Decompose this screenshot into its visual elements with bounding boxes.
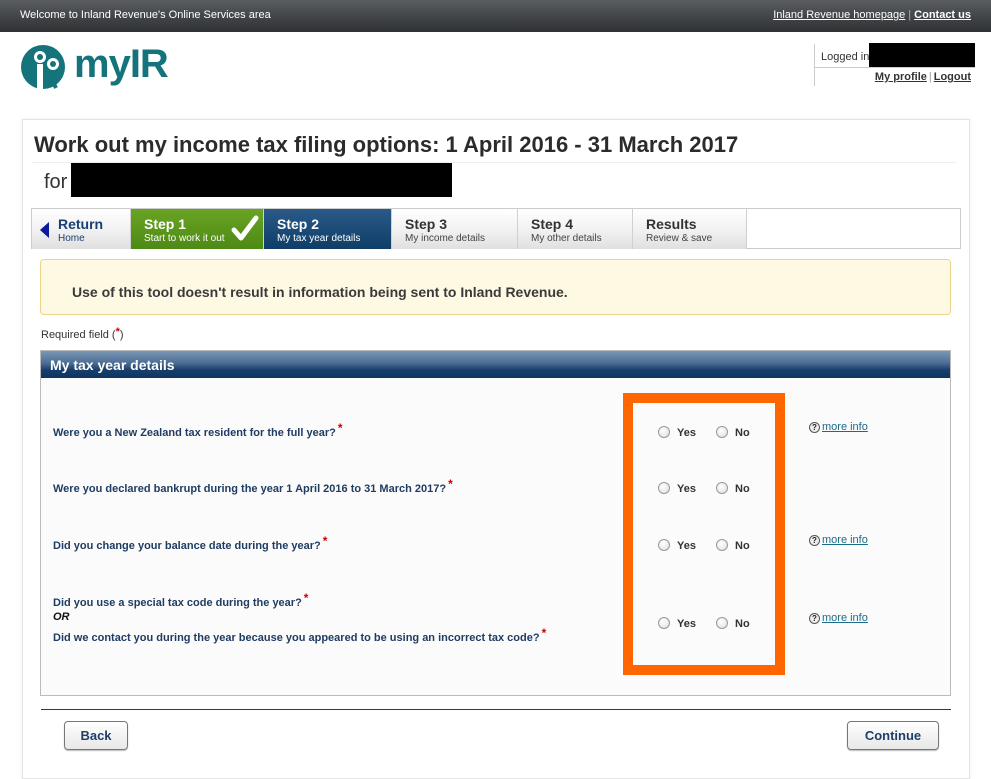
required-star: * [115,326,120,338]
logout-link[interactable]: Logout [934,71,971,83]
step-title: Step 3 [405,216,448,232]
step-4[interactable]: Step 4 My other details [518,209,633,249]
step-1[interactable]: Step 1 Start to work it out [131,209,264,249]
step-title: Results [646,216,697,232]
highlight-annotation-box [623,393,785,675]
step-subtitle: My income details [405,233,486,244]
more-info-q1[interactable]: ? more info [809,421,868,433]
notice-text: Use of this tool doesn't result in infor… [72,284,568,300]
top-bar: Welcome to Inland Revenue's Online Servi… [0,0,991,32]
step-subtitle: My other details [531,233,602,244]
redacted-username [869,43,975,67]
info-notice: Use of this tool doesn't result in infor… [40,259,951,315]
or-label: OR [53,611,70,623]
step-subtitle: Review & save [646,233,713,244]
help-icon: ? [809,612,820,624]
bottom-divider [41,709,951,710]
step-title: Step 4 [531,216,574,232]
required-star: * [337,421,343,435]
more-info-q3[interactable]: ? more info [809,534,868,546]
question-text: Did you use a special tax code during th… [53,597,302,609]
help-icon: ? [809,534,820,546]
step-title: Step 2 [277,216,320,232]
question-text: Were you a New Zealand tax resident for … [53,427,336,439]
myir-logo[interactable]: myIR [20,42,180,92]
for-label: for [44,171,68,193]
step-3[interactable]: Step 3 My income details [392,209,518,249]
more-info-q4[interactable]: ? more info [809,612,868,624]
question-bankrupt: Were you declared bankrupt during the ye… [53,477,453,495]
required-field-legend: Required field (*) [41,326,124,341]
more-info-link[interactable]: more info [822,612,868,624]
required-close: ) [119,329,124,341]
step-subtitle: Start to work it out [144,233,225,244]
separator: | [928,71,932,83]
panel-title: My tax year details [50,357,175,373]
question-balance-date: Did you change your balance date during … [53,534,327,552]
question-special-tax-code: Did you use a special tax code during th… [53,591,308,609]
user-links: My profile | Logout [875,71,971,83]
required-star: * [322,534,328,548]
ird-logo-icon [21,45,65,90]
step-2[interactable]: Step 2 My tax year details [264,209,392,249]
back-arrow-icon [40,222,49,238]
step-title: Step 1 [144,216,187,232]
required-star: * [541,626,547,640]
divider [815,67,975,68]
step-subtitle: My tax year details [277,233,361,244]
my-profile-link[interactable]: My profile [875,71,927,83]
required-label: Required field ( [41,329,116,341]
question-incorrect-tax-code: Did we contact you during the year becau… [53,626,546,644]
step-results[interactable]: Results Review & save [633,209,747,249]
welcome-text: Welcome to Inland Revenue's Online Servi… [20,9,271,21]
back-button[interactable]: Back [64,721,128,750]
top-links: Inland Revenue homepage | Contact us [773,9,971,21]
question-nz-resident: Were you a New Zealand tax resident for … [53,421,343,439]
more-info-link[interactable]: more info [822,421,868,433]
redacted-name [71,163,452,197]
more-info-link[interactable]: more info [822,534,868,546]
step-subtitle: Home [58,233,85,244]
logo-wordmark: myIR [74,42,169,86]
contact-us-link[interactable]: Contact us [914,9,971,21]
separator: | [908,9,912,21]
continue-button[interactable]: Continue [847,721,939,750]
question-text: Did we contact you during the year becau… [53,632,540,644]
step-navigation: Return Home Step 1 Start to work it out … [31,208,961,249]
help-icon: ? [809,421,820,433]
required-star: * [303,591,309,605]
question-text: Were you declared bankrupt during the ye… [53,483,447,495]
inland-revenue-homepage-link[interactable]: Inland Revenue homepage [773,9,905,21]
tax-year-details-panel: My tax year details [40,350,951,696]
checkmark-icon [231,215,259,241]
user-box: Logged in as My profile | Logout [814,43,975,86]
question-text: Did you change your balance date during … [53,540,321,552]
step-return[interactable]: Return Home [32,209,131,249]
required-star: * [448,477,453,491]
panel-header: My tax year details [41,351,950,378]
page-title: Work out my income tax filing options: 1… [34,132,739,157]
step-title: Return [58,216,104,232]
